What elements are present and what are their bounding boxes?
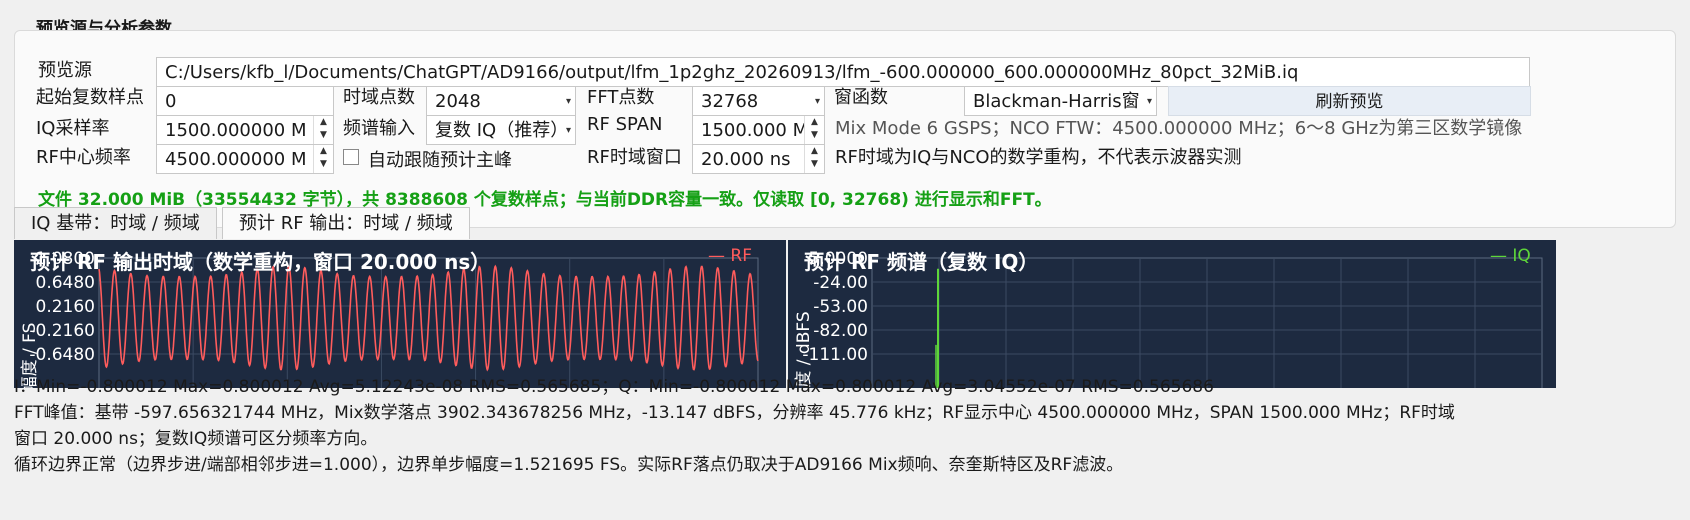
rf-center-spinbox[interactable]: 4500.000000 M ▲ ▼	[156, 144, 334, 174]
window-combo[interactable]: Blackman-Harris窗 ▾	[964, 86, 1157, 116]
time-points-combo[interactable]: 2048 ▾	[426, 86, 576, 116]
spin-arrows-icon[interactable]: ▲ ▼	[804, 116, 824, 144]
tab-iq-baseband[interactable]: IQ 基带：时域 / 频域	[14, 207, 217, 239]
y-tick-label: -53.00	[813, 297, 868, 317]
rf-spectrum-title: 预计 RF 频谱（复数 IQ）	[804, 250, 1039, 274]
fft-peak-line-cont: 窗口 20.000 ns；复数IQ频谱可区分频率方向。	[14, 429, 378, 449]
rf-window-value: 20.000 ns	[701, 149, 791, 170]
iq-rate-spinbox[interactable]: 1500.000000 M ▲ ▼	[156, 115, 334, 145]
tab-rf-output[interactable]: 预计 RF 输出：时域 / 频域	[222, 207, 470, 239]
mix-mode-hint: Mix Mode 6 GSPS；NCO FTW：4500.000000 MHz；…	[835, 118, 1523, 139]
time-points-value: 2048	[435, 91, 481, 112]
source-label: 预览源	[38, 60, 92, 81]
fft-points-value: 32768	[701, 91, 759, 112]
rf-legend: — RF	[708, 246, 752, 266]
auto-follow-checkbox[interactable]	[343, 149, 359, 165]
rf-spectrum-panel: 5.0000 -24.00 -53.00 -82.00 -111.00 幅度 / dBFS…	[788, 240, 1556, 388]
rf-span-value: 1500.000 M	[701, 120, 809, 141]
rf-time-panel: 1.0800 0.6480 0.2160 -0.2160 -0.6480 幅度 / FS …	[14, 240, 786, 388]
stats-line: I：Min=-0.800012 Max=0.800012 Avg=5.12243…	[14, 377, 1214, 397]
rf-window-spinbox[interactable]: 20.000 ns ▲ ▼	[692, 144, 825, 174]
spin-arrows-icon[interactable]: ▲ ▼	[313, 116, 333, 144]
spectrum-input-combo[interactable]: 复数 IQ（推荐） ▾	[426, 115, 576, 145]
start-sample-field[interactable]: 0	[156, 86, 334, 116]
spectrum-input-value: 复数 IQ（推荐）	[435, 120, 569, 141]
refresh-preview-button[interactable]: 刷新预览	[1168, 86, 1531, 116]
rf-center-label: RF中心频率	[36, 147, 131, 168]
fft-points-label: FFT点数	[587, 87, 655, 108]
fft-points-combo[interactable]: 32768 ▾	[692, 86, 825, 116]
y-tick-label: 0.6480	[36, 273, 95, 293]
chevron-down-icon: ▾	[565, 125, 571, 136]
rf-span-spinbox[interactable]: 1500.000 M ▲ ▼	[692, 115, 825, 145]
iq-legend: — IQ	[1490, 246, 1531, 266]
rf-time-hint: RF时域为IQ与NCO的数学重构，不代表示波器实测	[835, 147, 1242, 168]
spin-arrows-icon[interactable]: ▲ ▼	[804, 145, 824, 173]
iq-rate-label: IQ采样率	[36, 118, 110, 139]
iq-rate-value: 1500.000000 M	[165, 120, 307, 141]
rf-window-label: RF时域窗口	[587, 147, 682, 168]
chevron-down-icon: ▾	[1146, 96, 1152, 107]
y-tick-label: -24.00	[813, 273, 868, 293]
rf-center-value: 4500.000000 M	[165, 149, 307, 170]
time-points-label: 时域点数	[343, 87, 415, 108]
auto-follow-label: 自动跟随预计主峰	[368, 150, 512, 171]
window-value: Blackman-Harris窗	[973, 91, 1140, 112]
boundary-line: 循环边界正常（边界步进/端部相邻步进=1.000），边界单步幅度=1.52169…	[14, 455, 1124, 475]
fft-peak-line: FFT峰值：基带 -597.656321744 MHz，Mix数学落点 3902…	[14, 403, 1455, 423]
spectrum-input-label: 频谱输入	[343, 118, 415, 139]
rf-span-label: RF SPAN	[587, 114, 663, 135]
window-label: 窗函数	[834, 87, 888, 108]
chevron-down-icon: ▾	[814, 96, 820, 107]
y-tick-label: -82.00	[813, 321, 868, 341]
spin-arrows-icon[interactable]: ▲ ▼	[313, 145, 333, 173]
chevron-down-icon: ▾	[565, 96, 571, 107]
start-sample-label: 起始复数样点	[36, 87, 144, 108]
y-tick-label: 0.2160	[36, 297, 95, 317]
rf-time-title: 预计 RF 输出时域（数学重构，窗口 20.000 ns）	[30, 250, 491, 274]
